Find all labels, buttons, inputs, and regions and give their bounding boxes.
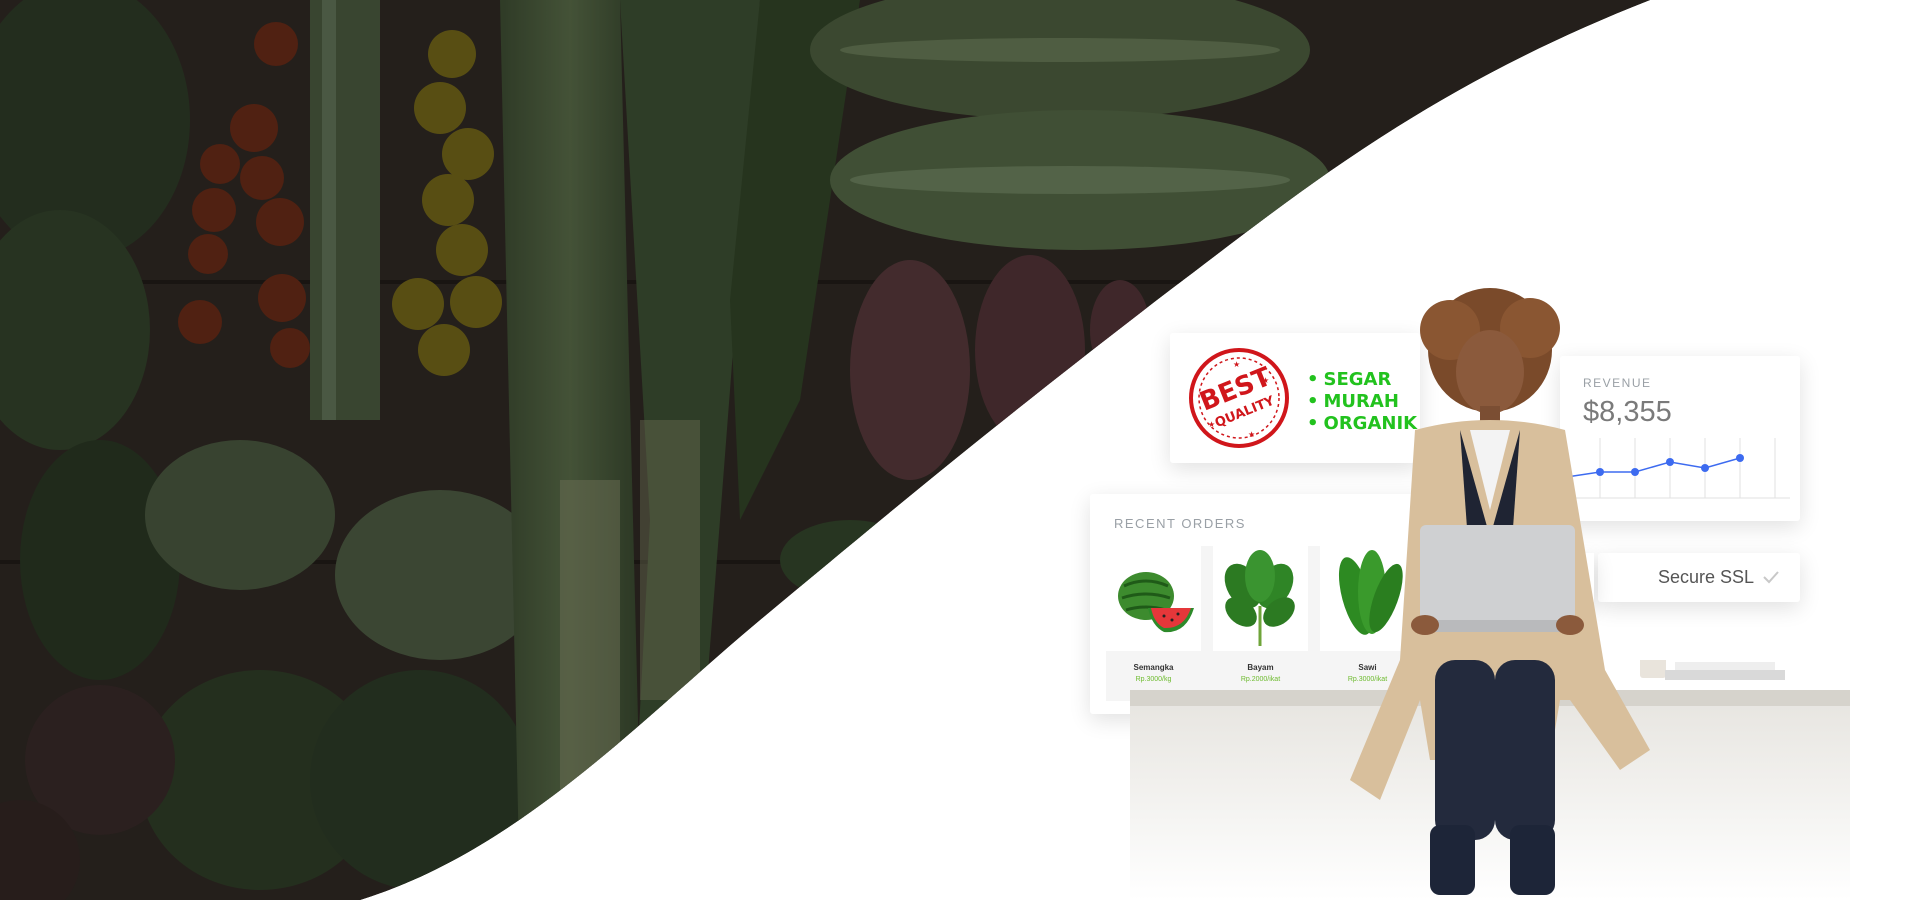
secure-ssl-label: Secure SSL bbox=[1658, 567, 1755, 587]
svg-text:★: ★ bbox=[1262, 376, 1269, 385]
woman-with-laptop bbox=[1350, 288, 1650, 895]
watermelon-icon bbox=[1106, 546, 1201, 651]
recent-orders-title: RECENT ORDERS bbox=[1114, 516, 1246, 531]
svg-text:★: ★ bbox=[1233, 360, 1240, 369]
spinach-icon bbox=[1213, 546, 1308, 651]
svg-text:★: ★ bbox=[1208, 420, 1215, 429]
best-quality-seal: BEST QUALITY ★ ★ ★ ★ bbox=[1188, 347, 1290, 454]
svg-text:★: ★ bbox=[1248, 430, 1255, 439]
check-icon bbox=[1763, 571, 1779, 584]
